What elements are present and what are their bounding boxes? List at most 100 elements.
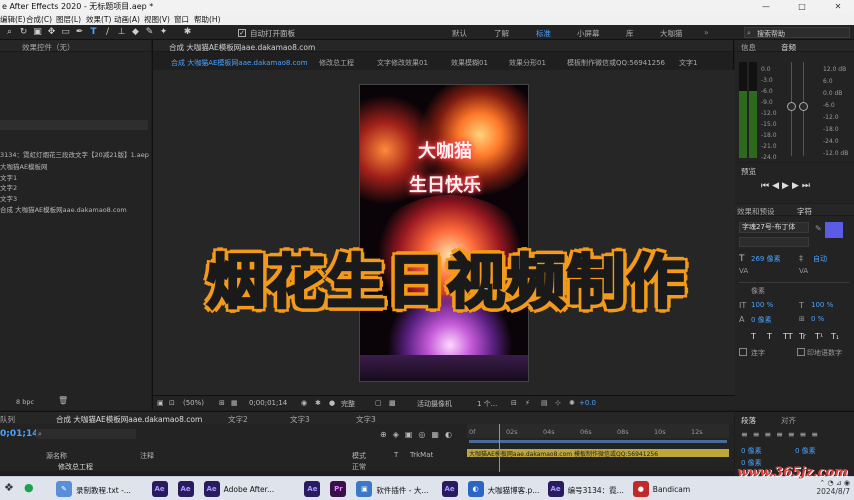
camera-tool-icon[interactable]: ▣ bbox=[32, 27, 43, 38]
font-family-select[interactable]: 字魂27号-布丁体 bbox=[739, 222, 809, 233]
indent-left-value[interactable]: 0 像素 bbox=[741, 446, 762, 456]
snapshot-icon[interactable]: ◉ bbox=[301, 399, 307, 407]
preview-tab[interactable]: 预览 bbox=[741, 166, 756, 177]
audio-slider-handle[interactable] bbox=[799, 102, 808, 111]
time-ruler[interactable]: 0f 02s 04s 06s 08s 10s 12s bbox=[467, 424, 729, 438]
text-style-button[interactable]: T¹ bbox=[815, 332, 823, 341]
menu-effect[interactable]: 效果(T) bbox=[86, 14, 111, 25]
workspace-learn[interactable]: 了解 bbox=[494, 28, 509, 39]
tab-main-comp[interactable]: 合成 大咖猫AE模板网aae.dakamao8.com bbox=[56, 414, 202, 425]
resolution-select[interactable]: 完整 bbox=[341, 399, 355, 409]
text-style-button[interactable]: T bbox=[767, 332, 772, 341]
grid-toggle-icon[interactable]: ▣ bbox=[157, 399, 164, 407]
hindi-digits-checkbox[interactable] bbox=[797, 348, 805, 356]
layer-name[interactable]: 修改总工程 bbox=[58, 462, 93, 472]
workspace-default[interactable]: 默认 bbox=[452, 28, 467, 39]
tracking-unit[interactable]: 像素 bbox=[751, 286, 765, 296]
region-icon[interactable]: ⊞ bbox=[219, 399, 225, 407]
bilibili-icon[interactable]: ◐ bbox=[467, 481, 484, 497]
menu-composition[interactable]: 合成(C) bbox=[26, 14, 52, 25]
work-area-bar[interactable] bbox=[469, 440, 727, 443]
project-item[interactable]: 3134：霓虹灯烟花三段改文字【20减21版】1.aep bbox=[0, 149, 149, 159]
pr-icon[interactable]: Pr bbox=[330, 481, 347, 497]
audio-tab[interactable]: 音频 bbox=[781, 42, 796, 53]
comp-tab-blur[interactable]: 效果模糊01 bbox=[451, 58, 488, 68]
workspace-dakamao[interactable]: 大咖猫 bbox=[660, 28, 683, 39]
menu-animation[interactable]: 动画(A) bbox=[114, 14, 140, 25]
timeline-icon[interactable]: ▤ bbox=[541, 399, 548, 407]
workspace-more-icon[interactable]: » bbox=[704, 28, 709, 37]
tab-text2[interactable]: 文字2 bbox=[228, 414, 248, 425]
menu-view[interactable]: 视图(V) bbox=[144, 14, 170, 25]
timeline-current-time[interactable]: 0;01;14 bbox=[0, 429, 39, 439]
project-tree-item[interactable]: 合成 大咖猫AE模板网aae.dakamao8.com bbox=[0, 204, 127, 214]
baseline-value[interactable]: 0 像素 bbox=[751, 315, 772, 325]
font-style-select[interactable] bbox=[739, 237, 809, 247]
pen-tool-icon[interactable]: ✒ bbox=[74, 27, 85, 38]
comp-tab-fractal[interactable]: 效果分形01 bbox=[509, 58, 546, 68]
rectangle-tool-icon[interactable]: ▭ bbox=[60, 27, 71, 38]
column-t[interactable]: T bbox=[394, 451, 398, 459]
taskbar-app-label[interactable]: 录制教程.txt -... bbox=[76, 485, 131, 496]
zoom-tool-icon[interactable]: ⌕ bbox=[4, 27, 15, 38]
puppet-tool-icon[interactable]: ✦ bbox=[158, 27, 169, 38]
font-size-value[interactable]: 269 像素 bbox=[751, 254, 781, 264]
wechat-icon[interactable]: ● bbox=[24, 481, 34, 494]
comp-tab-contact[interactable]: 模板制作微信或QQ:56941256 bbox=[567, 58, 665, 68]
text-style-button[interactable]: TT bbox=[783, 332, 793, 341]
info-tab[interactable]: 信息 bbox=[741, 42, 756, 53]
menu-edit[interactable]: 编辑(E) bbox=[0, 14, 26, 25]
project-tree-item[interactable]: 大咖猫AE模板网 bbox=[0, 161, 48, 171]
leading-value[interactable]: 自动 bbox=[813, 254, 827, 264]
views-select[interactable]: 1 个... bbox=[477, 399, 497, 409]
audio-slider-handle[interactable] bbox=[787, 102, 796, 111]
minimize-button[interactable]: — bbox=[754, 0, 778, 13]
comp-tab-main[interactable]: 合成 大咖猫AE模板网aae.dakamao8.com bbox=[171, 58, 308, 68]
character-tab[interactable]: 字符 bbox=[797, 206, 812, 217]
ae-icon[interactable]: Ae bbox=[441, 481, 458, 497]
tab-text3[interactable]: 文字3 bbox=[290, 414, 310, 425]
ae-icon[interactable]: Ae bbox=[177, 481, 194, 497]
brush-tool-icon[interactable]: ∕ bbox=[102, 27, 113, 38]
playback-controls[interactable]: ⏮◀▶▶⏭ bbox=[761, 181, 813, 191]
project-tree-item[interactable]: 文字3 bbox=[0, 193, 17, 203]
text-style-button[interactable]: Tr bbox=[799, 332, 806, 341]
ae-icon[interactable]: Ae bbox=[203, 481, 220, 497]
indent-right-value[interactable]: 0 像素 bbox=[795, 446, 816, 456]
auto-open-checkbox[interactable]: ✓ bbox=[238, 29, 246, 37]
eraser-tool-icon[interactable]: ◆ bbox=[130, 27, 141, 38]
pin-tool-icon[interactable]: ✱ bbox=[182, 27, 193, 38]
flowchart-icon[interactable]: ⊹ bbox=[555, 399, 561, 407]
safe-margin-icon[interactable]: ⊡ bbox=[169, 399, 175, 407]
camera-select[interactable]: 活动摄像机 bbox=[417, 399, 452, 409]
layer-search-input[interactable] bbox=[36, 429, 136, 439]
comp-tab-text1[interactable]: 文字1 bbox=[679, 58, 697, 68]
ae-icon[interactable]: Ae bbox=[547, 481, 564, 497]
composition-viewer[interactable]: 大咖猫 生日快乐 烟花生日视频制作 bbox=[153, 70, 735, 395]
playhead[interactable] bbox=[499, 424, 500, 472]
text-style-button[interactable]: T bbox=[751, 332, 756, 341]
start-icon[interactable]: ❖ bbox=[4, 481, 14, 494]
tab-text3-b[interactable]: 文字3 bbox=[356, 414, 376, 425]
magnify-ratio-select[interactable]: (50%) bbox=[183, 399, 204, 407]
text-tool-icon[interactable]: T bbox=[88, 27, 99, 38]
effects-presets-tab[interactable]: 效果和预设 bbox=[737, 206, 775, 217]
vertical-scale-value[interactable]: 100 % bbox=[751, 301, 773, 309]
layer-mode[interactable]: 正常 bbox=[352, 462, 366, 472]
show-channel-icon[interactable]: ✱ bbox=[315, 399, 321, 407]
bandicam-icon[interactable]: ● bbox=[632, 481, 649, 497]
exposure-icon[interactable]: ✺ bbox=[569, 399, 575, 407]
paragraph-align-buttons[interactable]: ≡≡≡≡≡≡≡ bbox=[741, 430, 823, 439]
ae-icon[interactable]: Ae bbox=[304, 481, 321, 497]
exposure-value[interactable]: +0.0 bbox=[579, 399, 596, 407]
tab-render-queue[interactable]: 队列 bbox=[0, 414, 15, 425]
column-trkmat[interactable]: TrkMat bbox=[410, 451, 433, 459]
text-style-button[interactable]: T₁ bbox=[831, 332, 839, 341]
workspace-standard[interactable]: 标准 bbox=[536, 28, 551, 39]
menu-layer[interactable]: 图层(L) bbox=[56, 14, 81, 25]
tsume-value[interactable]: 0 % bbox=[811, 315, 824, 323]
current-time[interactable]: 0;00;01;14 bbox=[249, 399, 287, 407]
timeline-switch-icons[interactable]: ⊕◈▣◎▦◐ bbox=[380, 430, 458, 439]
tray-icons[interactable]: ⌃ ◔ ⊿ ◉ bbox=[816, 479, 850, 487]
project-tree-item[interactable]: 文字1 bbox=[0, 172, 17, 182]
